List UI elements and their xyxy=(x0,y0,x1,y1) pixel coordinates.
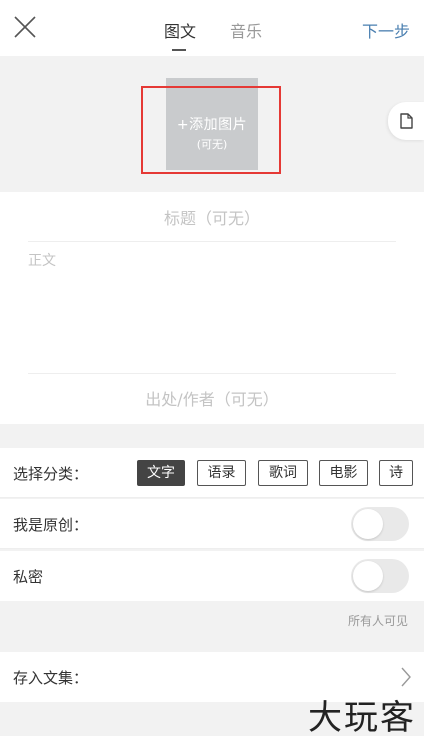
category-chip-movie[interactable]: 电影 xyxy=(319,460,368,486)
category-chip-quotes[interactable]: 语录 xyxy=(197,460,246,486)
category-label: 选择分类： xyxy=(13,465,89,483)
close-button[interactable] xyxy=(10,12,40,42)
category-chip-poem[interactable]: 诗 xyxy=(379,460,413,486)
category-row: 选择分类： 文字 语录 歌词 电影 诗 xyxy=(0,448,424,498)
private-row: 私密 xyxy=(0,551,424,601)
collection-label: 存入文集： xyxy=(13,669,89,687)
media-area: +添加图片 (可无) xyxy=(0,56,424,192)
toggle-knob xyxy=(353,509,383,539)
add-image-label: +添加图片 xyxy=(176,117,248,133)
visibility-note: 所有人可见 xyxy=(347,614,408,628)
document-button[interactable] xyxy=(388,102,424,140)
chevron-right-icon xyxy=(401,667,411,687)
private-toggle[interactable] xyxy=(351,559,409,593)
top-bar: 图文 音乐 下一步 xyxy=(0,0,424,56)
body-input[interactable] xyxy=(28,250,396,374)
add-image-hint: (可无) xyxy=(196,138,228,151)
original-label: 我是原创： xyxy=(13,516,89,534)
editor-panel xyxy=(0,192,424,424)
next-step-button[interactable]: 下一步 xyxy=(362,18,410,42)
category-chip-text[interactable]: 文字 xyxy=(137,460,185,486)
add-image-button[interactable]: +添加图片 (可无) xyxy=(166,78,258,170)
watermark-logo: 大玩客 xyxy=(308,698,416,736)
toggle-knob xyxy=(353,561,383,591)
close-icon xyxy=(14,16,36,38)
tab-image-text[interactable]: 图文 xyxy=(164,18,196,42)
source-author-input[interactable] xyxy=(28,378,396,420)
tab-music[interactable]: 音乐 xyxy=(230,18,262,42)
original-row: 我是原创： xyxy=(0,499,424,549)
title-input[interactable] xyxy=(28,196,396,242)
original-toggle[interactable] xyxy=(351,507,409,541)
active-tab-indicator xyxy=(172,49,186,51)
category-chip-lyrics[interactable]: 歌词 xyxy=(258,460,308,486)
document-icon xyxy=(400,113,413,129)
private-label: 私密 xyxy=(13,568,44,586)
